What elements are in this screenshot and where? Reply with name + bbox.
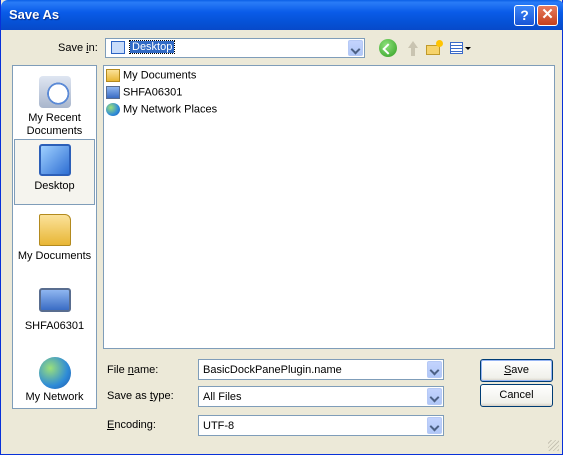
dialog-title: Save As	[9, 7, 60, 22]
place-label: SHFA06301	[24, 320, 85, 332]
place-label: Desktop	[34, 180, 75, 192]
network-icon	[39, 357, 71, 389]
views-menu-icon[interactable]	[449, 39, 473, 57]
places-bar: My Recent Documents Desktop My Documents …	[12, 65, 97, 409]
file-name-field[interactable]: BasicDockPanePlugin.name	[198, 359, 444, 380]
network-places-icon	[106, 103, 120, 116]
save-as-dialog: Save As ? ✕ Save in: Desktop My Recent Do…	[0, 0, 563, 455]
cancel-button[interactable]: Cancel	[480, 384, 553, 407]
save-in-value: Desktop	[128, 40, 176, 54]
desktop-icon	[111, 41, 125, 54]
list-item[interactable]: My Documents	[106, 69, 196, 85]
up-folder-icon[interactable]	[403, 39, 421, 57]
file-name-value: BasicDockPanePlugin.name	[203, 364, 342, 376]
chevron-down-icon[interactable]	[348, 40, 363, 56]
place-my-network[interactable]: My Network	[13, 351, 96, 417]
list-item[interactable]: My Network Places	[106, 103, 217, 119]
resize-grip[interactable]	[548, 440, 559, 451]
place-label: My Network	[25, 391, 84, 403]
chevron-down-icon[interactable]	[427, 388, 442, 405]
computer-icon	[106, 86, 120, 99]
chevron-down-icon[interactable]	[427, 361, 442, 378]
place-computer[interactable]: SHFA06301	[13, 280, 96, 346]
place-label: My Documents	[17, 250, 92, 262]
desktop-icon	[39, 144, 71, 176]
file-name-label: File name:	[107, 364, 159, 376]
new-folder-icon[interactable]	[425, 39, 443, 57]
my-documents-icon	[39, 214, 71, 246]
close-button[interactable]: ✕	[537, 5, 558, 26]
save-in-label: Save in:	[58, 42, 98, 54]
chevron-down-icon[interactable]	[427, 417, 442, 434]
save-as-type-label: Save as type:	[107, 390, 174, 402]
encoding-value: UTF-8	[203, 420, 235, 432]
place-my-recent-documents[interactable]: My Recent Documents	[13, 72, 96, 138]
place-label: My Recent Documents	[26, 112, 83, 137]
file-list[interactable]: My Documents SHFA06301 My Network Places	[103, 65, 555, 349]
my-documents-icon	[106, 69, 120, 82]
save-in-dropdown[interactable]: Desktop	[105, 38, 365, 58]
back-arrow-icon[interactable]	[379, 39, 397, 57]
encoding-label: Encoding:	[107, 419, 156, 431]
list-item[interactable]: SHFA06301	[106, 86, 182, 102]
encoding-dropdown[interactable]: UTF-8	[198, 415, 444, 436]
title-bar[interactable]: Save As ? ✕	[1, 0, 563, 30]
save-button[interactable]: Save	[480, 359, 553, 382]
save-as-type-dropdown[interactable]: All Files	[198, 386, 444, 407]
place-desktop[interactable]: Desktop	[14, 139, 95, 205]
place-my-documents[interactable]: My Documents	[13, 210, 96, 276]
save-as-type-value: All Files	[203, 391, 242, 403]
help-button[interactable]: ?	[514, 5, 535, 26]
computer-icon	[39, 288, 71, 312]
recent-documents-icon	[39, 76, 71, 108]
